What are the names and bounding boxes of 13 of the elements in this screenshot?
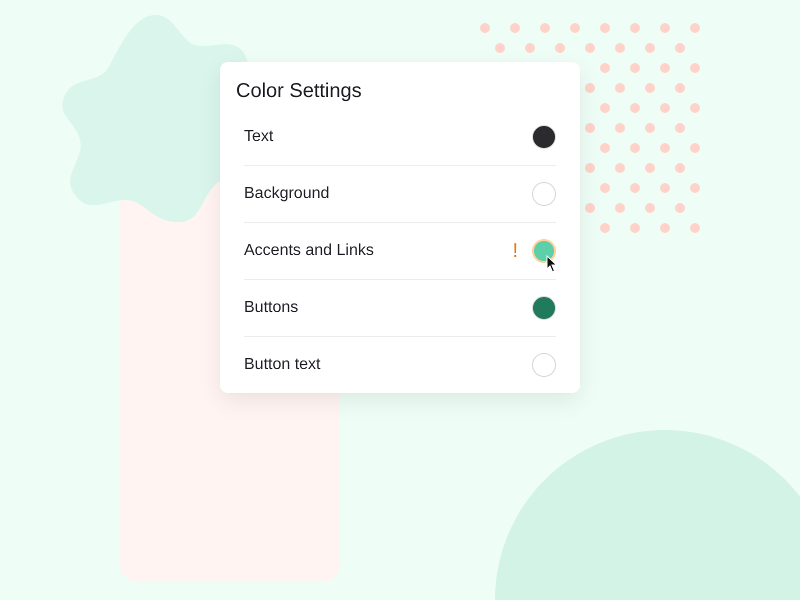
- setting-label: Background: [244, 185, 330, 203]
- color-swatch[interactable]: [532, 353, 556, 377]
- setting-label: Accents and Links: [244, 242, 375, 260]
- color-swatch[interactable]: [532, 296, 556, 320]
- color-swatch[interactable]: [532, 239, 556, 263]
- panel-title: Color Settings: [236, 80, 363, 103]
- setting-label: Button text: [244, 356, 322, 374]
- cursor-icon: [546, 255, 558, 273]
- setting-label: Buttons: [244, 299, 300, 317]
- color-swatch[interactable]: [532, 125, 556, 149]
- color-swatch[interactable]: [532, 182, 556, 206]
- setting-label: Text: [244, 128, 274, 146]
- warning-mark: !: [512, 240, 518, 262]
